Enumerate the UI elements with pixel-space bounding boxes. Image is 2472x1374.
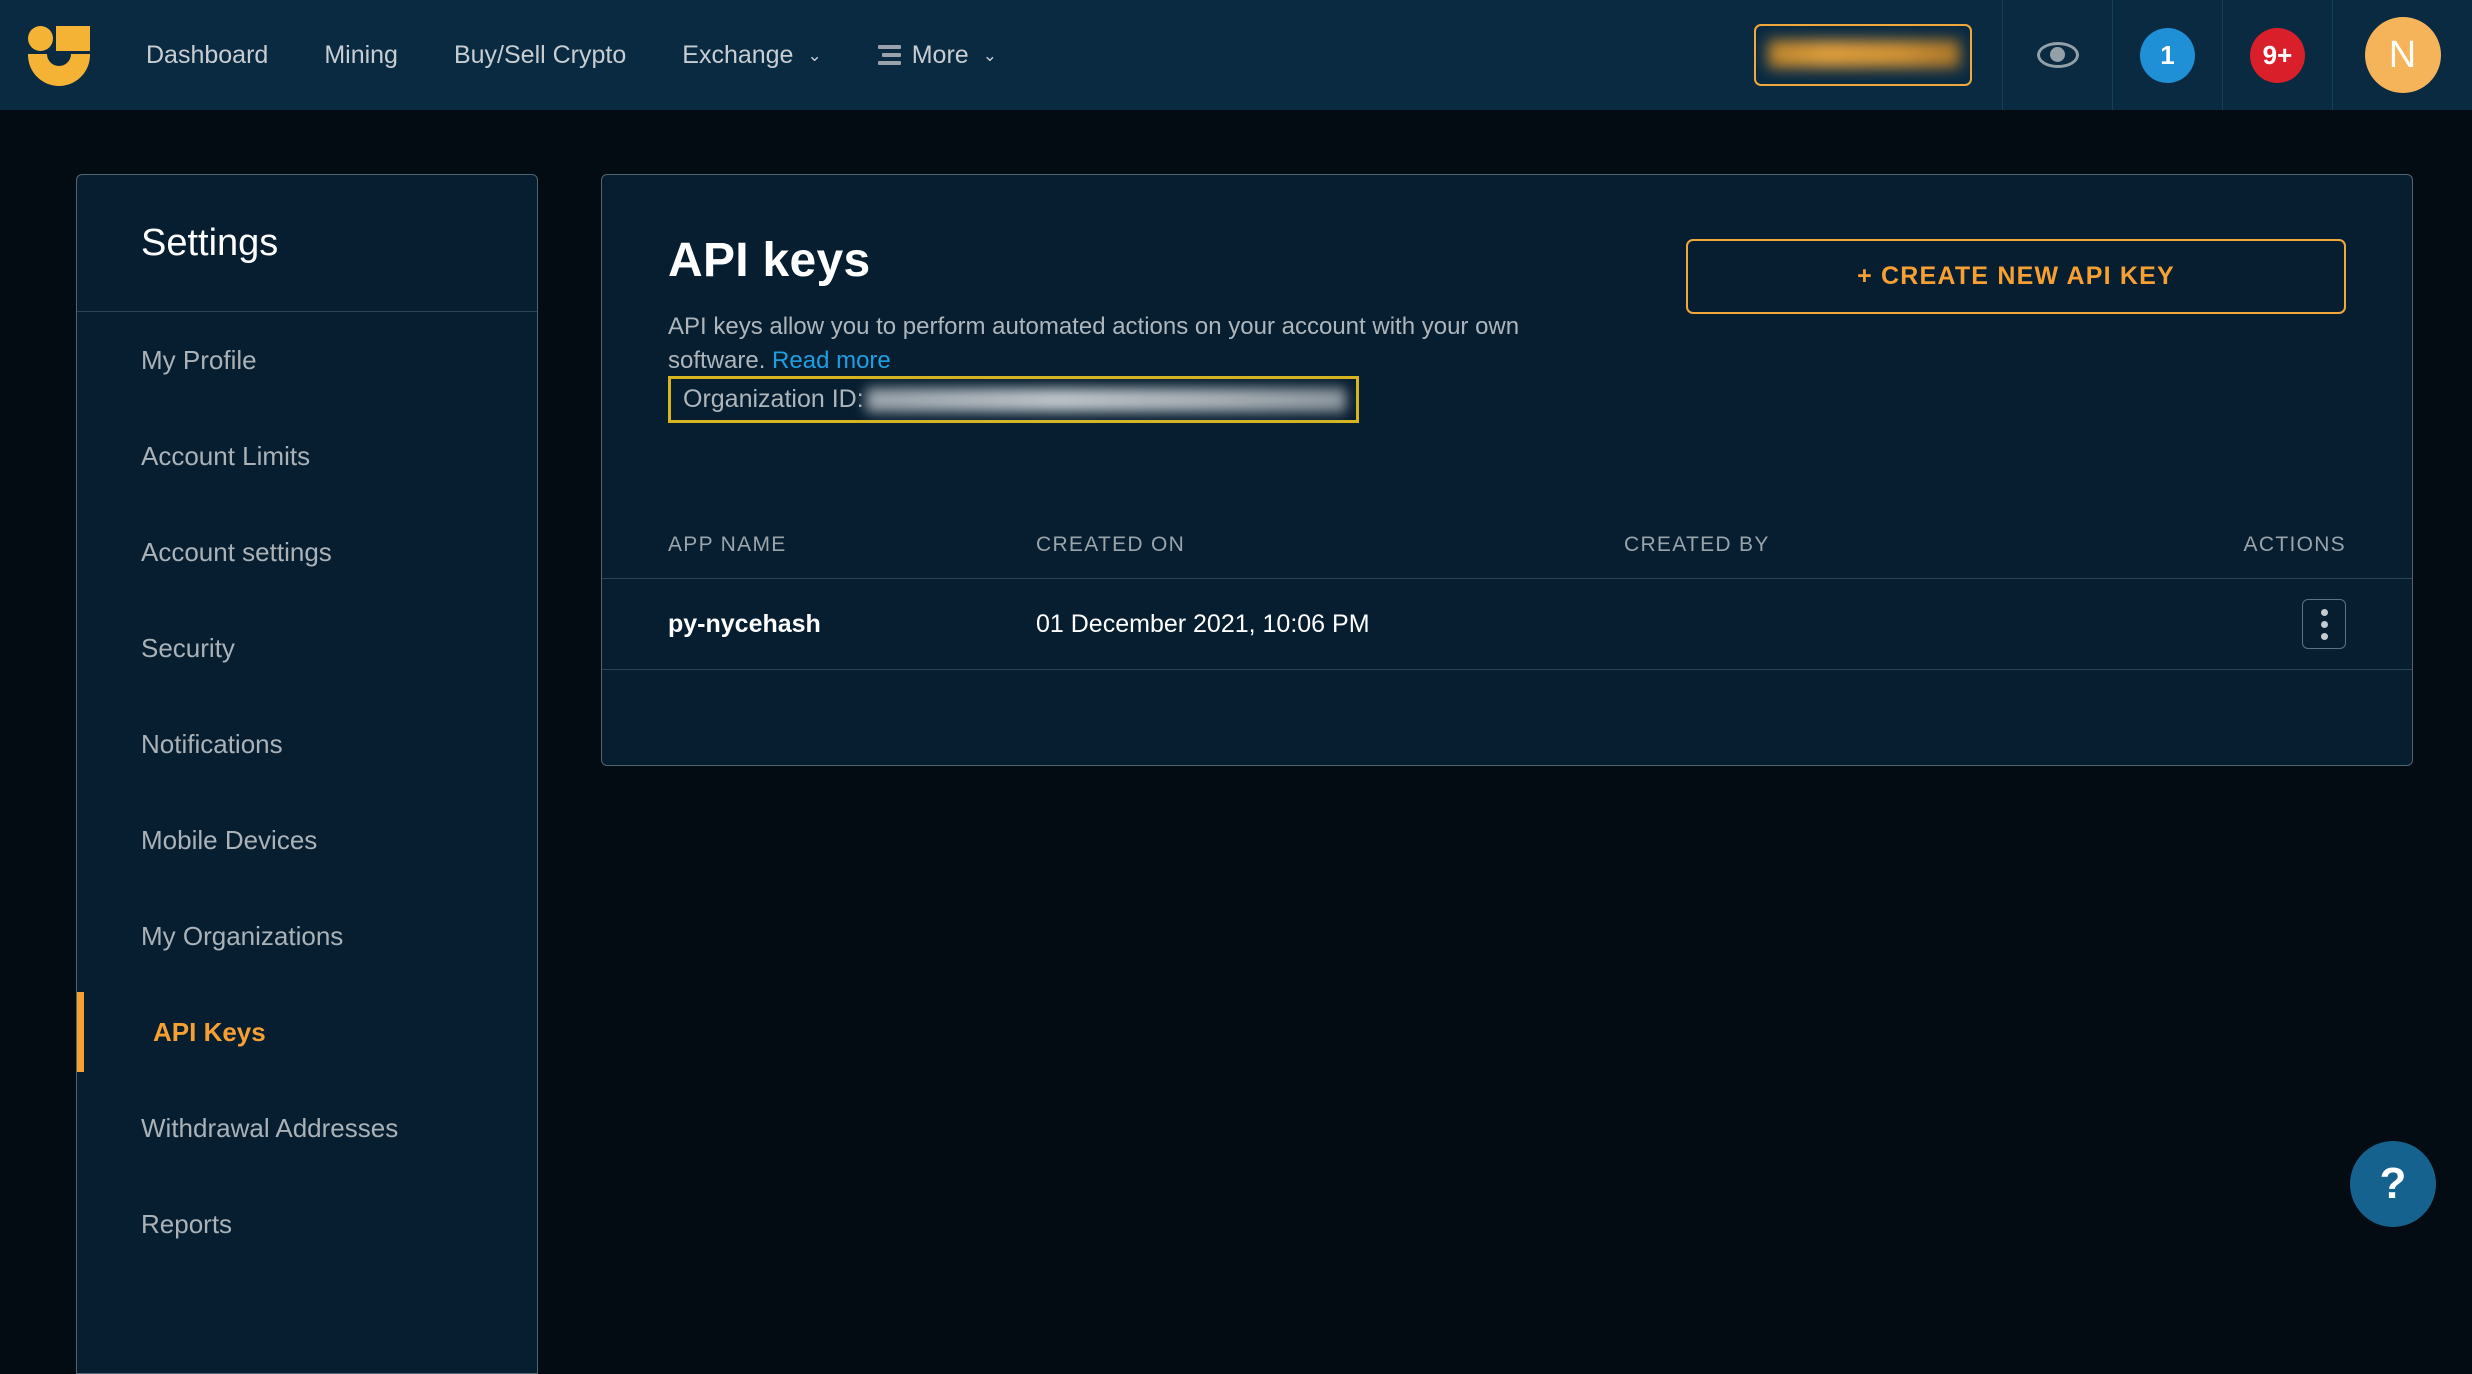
page-description: API keys allow you to perform automated … (668, 310, 1558, 378)
table-row: py-nycehash 01 December 2021, 10:06 PM (602, 578, 2412, 670)
logo-smile (28, 54, 90, 86)
top-bar-spacer (1025, 0, 1754, 110)
logo-eye-dot (28, 26, 53, 51)
column-header-created-on: CREATED ON (1036, 533, 1624, 557)
column-header-app-name: APP NAME (668, 533, 1036, 557)
sidebar-item-reports[interactable]: Reports (77, 1176, 537, 1272)
sidebar-item-my-profile[interactable]: My Profile (77, 312, 537, 408)
balance-visibility-toggle[interactable] (2002, 0, 2112, 110)
read-more-link[interactable]: Read more (772, 347, 891, 374)
sidebar-label-withdrawal-addresses: Withdrawal Addresses (141, 1113, 398, 1144)
nav-item-dashboard[interactable]: Dashboard (118, 0, 296, 110)
organization-id-label: Organization ID: (683, 385, 864, 414)
nicehash-logo[interactable] (0, 0, 118, 110)
notifications-badge: 9+ (2250, 28, 2305, 83)
sidebar-label-my-organizations: My Organizations (141, 921, 343, 952)
settings-sidebar: Settings My Profile Account Limits Accou… (76, 174, 538, 1374)
nav-label-buy-sell-crypto: Buy/Sell Crypto (454, 41, 626, 70)
column-header-created-by: CREATED BY (1624, 533, 2196, 557)
column-header-actions: ACTIONS (2196, 533, 2346, 557)
balance-hidden-value (1768, 40, 1960, 68)
messages-badge: 1 (2140, 28, 2195, 83)
table-header-row: APP NAME CREATED ON CREATED BY ACTIONS (602, 512, 2412, 578)
sidebar-item-notifications[interactable]: Notifications (77, 696, 537, 792)
help-button[interactable]: ? (2350, 1141, 2436, 1227)
nav-label-dashboard: Dashboard (146, 41, 268, 70)
chevron-down-icon-more: ⌄ (983, 47, 997, 64)
api-keys-panel: API keys API keys allow you to perform a… (601, 174, 2413, 766)
sidebar-label-api-keys: API Keys (153, 1017, 266, 1048)
create-api-key-wrapper: + CREATE NEW API KEY (1686, 239, 2346, 314)
nav-item-exchange[interactable]: Exchange ⌄ (654, 0, 849, 110)
sidebar-label-my-profile: My Profile (141, 345, 257, 376)
main-navigation: Dashboard Mining Buy/Sell Crypto Exchang… (118, 0, 1025, 110)
cell-actions (2196, 599, 2346, 649)
sidebar-label-security: Security (141, 633, 235, 664)
nav-item-buy-sell-crypto[interactable]: Buy/Sell Crypto (426, 0, 654, 110)
account-balance-display[interactable] (1754, 24, 1972, 86)
nav-label-mining: Mining (324, 41, 398, 70)
sidebar-label-account-settings: Account settings (141, 537, 332, 568)
top-navigation-bar: Dashboard Mining Buy/Sell Crypto Exchang… (0, 0, 2472, 110)
sidebar-label-notifications: Notifications (141, 729, 283, 760)
organization-id-row: Organization ID: (668, 376, 1359, 423)
create-new-api-key-button[interactable]: + CREATE NEW API KEY (1686, 239, 2346, 314)
hamburger-icon (878, 45, 901, 65)
sidebar-item-api-keys[interactable]: API Keys (77, 984, 537, 1080)
logo-eye-rect (56, 26, 90, 51)
cell-created-on: 01 December 2021, 10:06 PM (1036, 610, 1624, 639)
kebab-menu-icon[interactable] (2302, 599, 2346, 649)
sidebar-label-reports: Reports (141, 1209, 232, 1240)
sidebar-item-security[interactable]: Security (77, 600, 537, 696)
messages-button[interactable]: 1 (2112, 0, 2222, 110)
notifications-button[interactable]: 9+ (2222, 0, 2332, 110)
avatar: N (2365, 17, 2441, 93)
sidebar-item-account-settings[interactable]: Account settings (77, 504, 537, 600)
organization-id-value[interactable] (866, 388, 1346, 412)
sidebar-label-account-limits: Account Limits (141, 441, 310, 472)
sidebar-item-mobile-devices[interactable]: Mobile Devices (77, 792, 537, 888)
sidebar-item-account-limits[interactable]: Account Limits (77, 408, 537, 504)
api-keys-table: APP NAME CREATED ON CREATED BY ACTIONS p… (602, 512, 2412, 670)
sidebar-item-withdrawal-addresses[interactable]: Withdrawal Addresses (77, 1080, 537, 1176)
sidebar-label-mobile-devices: Mobile Devices (141, 825, 317, 856)
nav-label-more: More (912, 41, 969, 70)
sidebar-title: Settings (77, 175, 537, 312)
eye-icon (2037, 42, 2079, 68)
chevron-down-icon: ⌄ (807, 47, 821, 64)
sidebar-item-my-organizations[interactable]: My Organizations (77, 888, 537, 984)
table-footer (602, 670, 2412, 766)
nav-item-more[interactable]: More ⌄ (850, 0, 1025, 110)
user-account-menu[interactable]: N (2332, 0, 2472, 110)
cell-app-name: py-nycehash (668, 610, 1036, 639)
nav-label-exchange: Exchange (682, 41, 793, 70)
nav-item-mining[interactable]: Mining (296, 0, 426, 110)
